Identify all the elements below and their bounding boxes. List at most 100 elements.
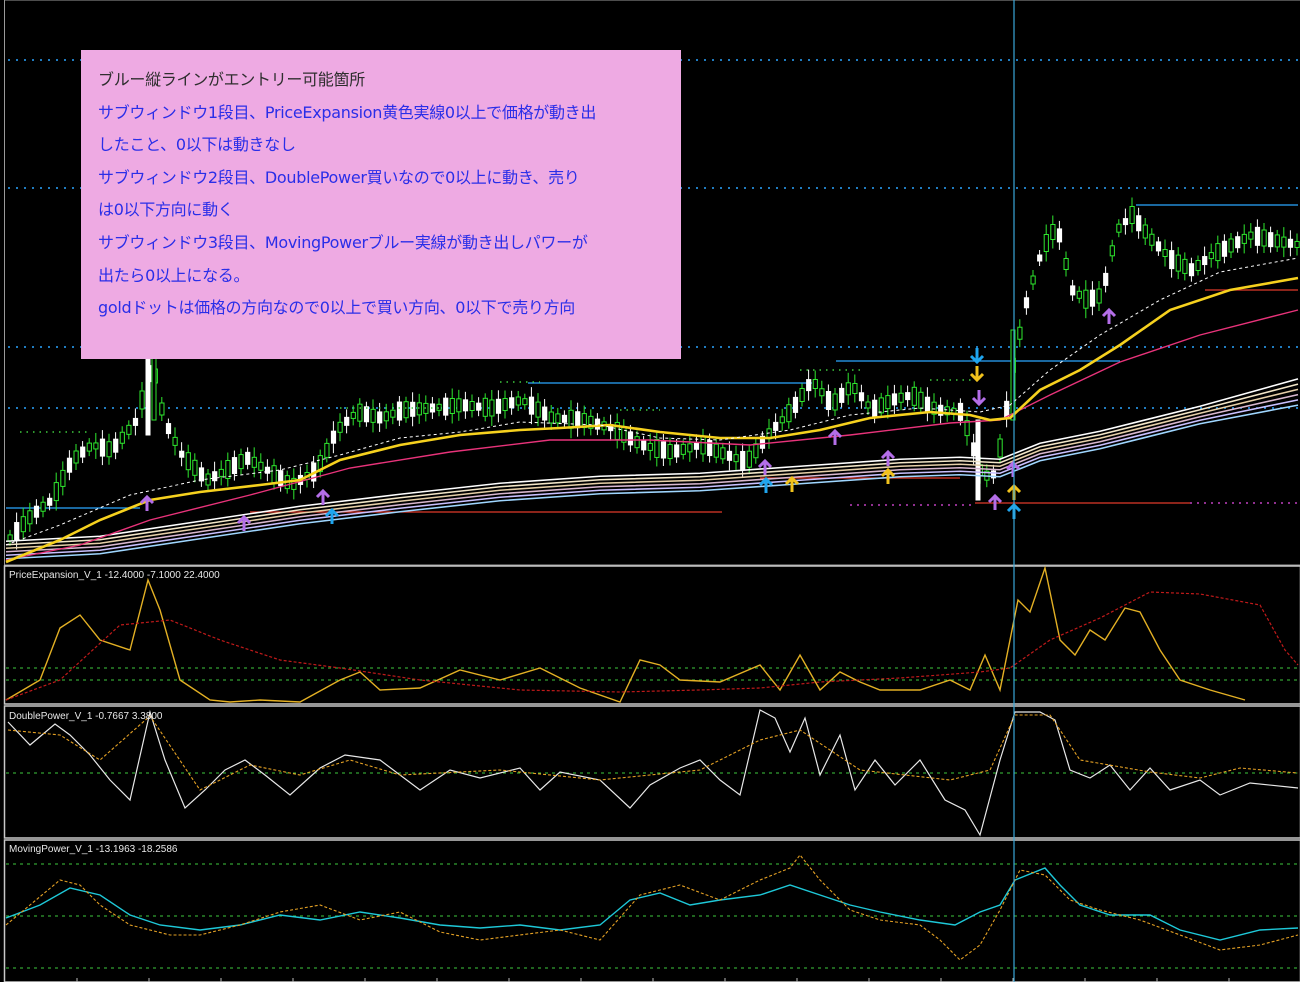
candle [1109, 245, 1115, 257]
candle [245, 451, 251, 465]
candle [165, 423, 172, 435]
candle [898, 392, 904, 403]
candle [1215, 243, 1221, 262]
candle [1142, 224, 1148, 239]
candle [1103, 272, 1109, 286]
candle [1235, 236, 1241, 249]
candle [7, 534, 13, 542]
candle [627, 431, 634, 446]
candle [535, 401, 541, 418]
candle [971, 442, 977, 457]
pane-border [3, 565, 1300, 705]
candle [924, 396, 931, 412]
candle [271, 465, 277, 484]
annotation-line: サブウィンドウ2段目、DoublePower買いなので0以上に動き、売り [98, 167, 580, 187]
candle [390, 409, 396, 418]
annotation-line: は0以下方向に動く [98, 200, 234, 220]
candle [251, 456, 257, 468]
candle [179, 450, 185, 458]
candle [410, 401, 416, 417]
candle [746, 450, 752, 468]
annotation-line: サブウィンドウ3段目、MovingPowerブルー実線が動き出しパワーが [98, 232, 588, 252]
price-expansion-pane[interactable] [3, 565, 1300, 705]
double-power-pane[interactable] [3, 705, 1300, 839]
candle [528, 396, 535, 415]
candle [20, 516, 26, 533]
candle [1287, 238, 1294, 248]
candle [542, 406, 548, 421]
candle [47, 497, 53, 506]
candle [53, 482, 59, 502]
candle [1037, 254, 1043, 262]
annotation-box: ブルー縦ラインがエントリー可能箇所 サブウィンドウ1段目、PriceExpans… [81, 50, 681, 359]
candle [786, 404, 792, 423]
candle [198, 467, 205, 482]
candle [416, 402, 422, 416]
double-power-signal [7, 714, 1299, 791]
candle [1096, 288, 1102, 304]
moving-power-pane[interactable] [3, 839, 1300, 982]
candle [1004, 400, 1010, 418]
candle [845, 382, 851, 396]
candle [1228, 238, 1234, 253]
candle [575, 411, 581, 429]
candle [469, 401, 475, 411]
candle [443, 397, 449, 416]
candle [1188, 263, 1195, 277]
candle [324, 442, 330, 458]
candle [377, 411, 383, 424]
candle [509, 397, 515, 409]
candle [1221, 240, 1228, 257]
candle [674, 444, 680, 458]
candle [238, 454, 244, 470]
candle [720, 447, 726, 460]
candle [1063, 258, 1069, 270]
candle [106, 441, 112, 458]
annotation-line: ブルー縦ラインがエントリー可能箇所 [98, 70, 365, 89]
candle [27, 510, 33, 525]
candle [86, 442, 92, 452]
candle [231, 457, 238, 475]
candle [218, 468, 224, 477]
candle [515, 396, 521, 406]
candle [891, 393, 898, 406]
candle [1208, 252, 1214, 260]
candle [1261, 229, 1267, 247]
candle [911, 386, 917, 406]
candle [872, 399, 878, 418]
ma-ribbon-line [5, 378, 1299, 543]
candle [1129, 206, 1135, 224]
candle [357, 403, 363, 422]
candle [779, 416, 785, 424]
candle [561, 414, 568, 423]
candle [1155, 241, 1162, 252]
candle [594, 418, 601, 430]
candle [641, 440, 647, 451]
candle [1043, 234, 1049, 252]
candle [1169, 250, 1175, 270]
candle [522, 398, 528, 406]
candle [548, 411, 554, 424]
price-expansion-line [5, 565, 1246, 703]
candle [73, 450, 79, 464]
annotation-line: したこと、0以下は動きなし [98, 135, 296, 155]
candle [852, 383, 858, 394]
candle [806, 379, 812, 392]
candle [126, 424, 132, 435]
moving-power-signal [5, 854, 1299, 961]
candle [396, 401, 403, 421]
candle [363, 406, 370, 423]
candle [132, 417, 139, 426]
up-arrow-icon [1101, 307, 1117, 324]
annotation-line: サブウィンドウ1段目、PriceExpansion黄色実線0以上で価格が動き出 [98, 102, 597, 122]
candle [212, 471, 218, 482]
candle [489, 399, 495, 417]
candle [1056, 228, 1063, 243]
candle [799, 388, 805, 402]
candle [555, 413, 561, 424]
candle [825, 391, 832, 410]
candle [997, 438, 1003, 458]
candle [449, 397, 455, 414]
candle [192, 459, 198, 476]
candle [839, 387, 845, 403]
